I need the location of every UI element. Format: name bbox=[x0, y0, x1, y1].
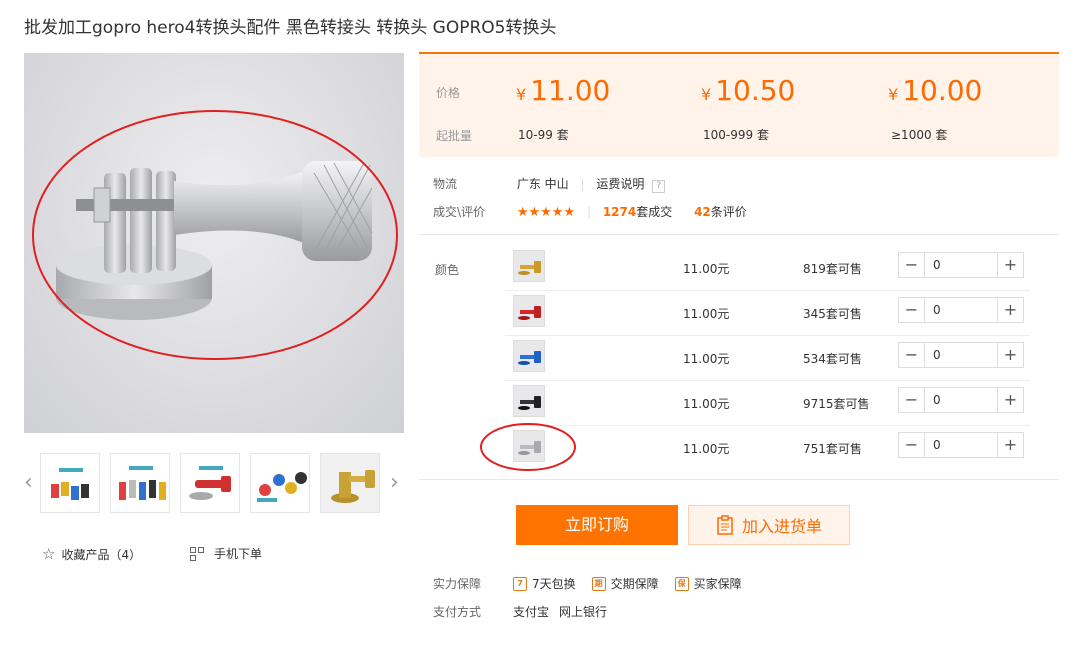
sku-stock: 9715套可售 bbox=[803, 397, 870, 411]
decrease-button[interactable]: − bbox=[899, 433, 925, 457]
seven-day-icon: 7 bbox=[513, 576, 527, 591]
increase-button[interactable]: + bbox=[997, 388, 1023, 412]
star-outline-icon: ☆ bbox=[42, 545, 56, 563]
tier-price-1: ¥11.00 bbox=[516, 74, 611, 107]
quantity-input[interactable]: 0 bbox=[925, 298, 997, 322]
thumbnail-5[interactable] bbox=[320, 453, 380, 513]
increase-button[interactable]: + bbox=[997, 298, 1023, 322]
qr-code-icon bbox=[190, 546, 204, 561]
trade-row: 成交\评价 ★★★★★ | 1274套成交 42条评价 bbox=[433, 205, 747, 220]
logistics-row: 物流 广东 中山 | 运费说明 ? bbox=[433, 175, 666, 193]
guarantee-label: 实力保障 bbox=[433, 577, 482, 591]
sku-swatch-gold[interactable] bbox=[513, 250, 545, 282]
payment-online-bank: 网上银行 bbox=[559, 605, 608, 619]
sku-stock: 534套可售 bbox=[803, 352, 862, 366]
sku-price: 11.00元 bbox=[683, 307, 730, 321]
decrease-button[interactable]: − bbox=[899, 388, 925, 412]
thumbnail-3[interactable] bbox=[180, 453, 240, 513]
sku-swatch-silver[interactable] bbox=[513, 430, 545, 462]
reviews-link[interactable]: 42条评价 bbox=[694, 205, 747, 219]
buy-now-button[interactable]: 立即订购 bbox=[516, 505, 678, 545]
price-label: 价格 bbox=[436, 86, 461, 100]
clipboard-icon bbox=[717, 515, 733, 535]
increase-button[interactable]: + bbox=[997, 433, 1023, 457]
trade-label: 成交\评价 bbox=[433, 205, 486, 219]
payment-row: 支付方式 支付宝 网上银行 bbox=[433, 603, 617, 620]
sku-price: 11.00元 bbox=[683, 262, 730, 276]
page-title: 批发加工gopro hero4转换头配件 黑色转接头 转换头 GOPRO5转换头 bbox=[24, 18, 557, 38]
moq-label: 起批量 bbox=[436, 129, 473, 143]
increase-button[interactable]: + bbox=[997, 343, 1023, 367]
sku-price: 11.00元 bbox=[683, 352, 730, 366]
section-divider bbox=[419, 479, 1059, 480]
sku-stock: 819套可售 bbox=[803, 262, 862, 276]
sku-price: 11.00元 bbox=[683, 442, 730, 456]
tier-qty-1: 10-99 套 bbox=[518, 128, 569, 142]
sku-stock: 345套可售 bbox=[803, 307, 862, 321]
mobile-order-label: 手机下单 bbox=[214, 547, 263, 561]
add-to-purchase-list-button[interactable]: 加入进货单 bbox=[688, 505, 850, 545]
guarantee-buyer[interactable]: 保买家保障 bbox=[674, 575, 742, 592]
thumbnail-1[interactable] bbox=[40, 453, 100, 513]
decrease-button[interactable]: − bbox=[899, 343, 925, 367]
sku-row: 11.00元 534套可售 − 0 + bbox=[505, 336, 1030, 381]
favorite-button[interactable]: ☆ 收藏产品（4） bbox=[42, 545, 141, 563]
guarantee-7day[interactable]: 7 7天包换 bbox=[513, 575, 576, 592]
sku-row: 11.00元 9715套可售 − 0 + bbox=[505, 381, 1030, 426]
guarantee-delivery[interactable]: 期交期保障 bbox=[591, 575, 659, 592]
sku-swatch-blue[interactable] bbox=[513, 340, 545, 372]
price-box: 价格 起批量 ¥11.00 ¥10.50 ¥10.00 10-99 套 100-… bbox=[419, 52, 1059, 157]
shipping-info-link[interactable]: 运费说明 bbox=[596, 177, 644, 191]
thumb-next-arrow-icon[interactable]: › bbox=[390, 469, 399, 497]
mobile-order-button[interactable]: 手机下单 bbox=[190, 545, 262, 562]
decrease-button[interactable]: − bbox=[899, 253, 925, 277]
tier-qty-2: 100-999 套 bbox=[703, 128, 769, 142]
logistics-label: 物流 bbox=[433, 177, 458, 191]
color-label: 颜色 bbox=[435, 263, 460, 277]
payment-label: 支付方式 bbox=[433, 605, 482, 619]
rating-stars-icon: ★★★★★ bbox=[516, 205, 576, 220]
quantity-input[interactable]: 0 bbox=[925, 388, 997, 412]
favorite-label: 收藏产品（4） bbox=[61, 547, 142, 562]
tier-price-2: ¥10.50 bbox=[701, 74, 796, 107]
quantity-stepper: − 0 + bbox=[898, 432, 1024, 458]
guarantee-row: 实力保障 7 7天包换 期交期保障 保买家保障 bbox=[433, 575, 758, 592]
help-icon[interactable]: ? bbox=[652, 180, 666, 193]
sku-row: 11.00元 345套可售 − 0 + bbox=[505, 291, 1030, 336]
quantity-stepper: − 0 + bbox=[898, 252, 1024, 278]
sku-swatch-black[interactable] bbox=[513, 385, 545, 417]
tier-price-3: ¥10.00 bbox=[888, 74, 983, 107]
sku-price: 11.00元 bbox=[683, 397, 730, 411]
sku-stock: 751套可售 bbox=[803, 442, 862, 456]
buyer-protection-icon: 保 bbox=[674, 576, 689, 591]
decrease-button[interactable]: − bbox=[899, 298, 925, 322]
quantity-input[interactable]: 0 bbox=[925, 343, 997, 367]
thumbnail-4[interactable] bbox=[250, 453, 310, 513]
logistics-location: 广东 中山 bbox=[516, 177, 569, 191]
deals-link[interactable]: 1274套成交 bbox=[603, 205, 672, 219]
thumb-prev-arrow-icon[interactable]: ‹ bbox=[24, 469, 33, 497]
add-to-purchase-list-label: 加入进货单 bbox=[741, 517, 822, 536]
quantity-input[interactable]: 0 bbox=[925, 253, 997, 277]
sku-swatch-red[interactable] bbox=[513, 295, 545, 327]
thumbnail-2[interactable] bbox=[110, 453, 170, 513]
payment-alipay: 支付宝 bbox=[513, 605, 550, 619]
quantity-input[interactable]: 0 bbox=[925, 433, 997, 457]
delivery-guarantee-icon: 期 bbox=[591, 576, 606, 591]
sku-row: 11.00元 751套可售 − 0 + bbox=[505, 426, 1030, 471]
quantity-stepper: − 0 + bbox=[898, 342, 1024, 368]
quantity-stepper: − 0 + bbox=[898, 297, 1024, 323]
thumbnail-strip: ‹ › bbox=[24, 453, 408, 515]
tier-qty-3: ≥1000 套 bbox=[891, 128, 948, 142]
increase-button[interactable]: + bbox=[997, 253, 1023, 277]
main-product-image[interactable] bbox=[24, 53, 404, 433]
quantity-stepper: − 0 + bbox=[898, 387, 1024, 413]
section-divider bbox=[419, 234, 1059, 235]
sku-row: 11.00元 819套可售 − 0 + bbox=[505, 246, 1030, 291]
